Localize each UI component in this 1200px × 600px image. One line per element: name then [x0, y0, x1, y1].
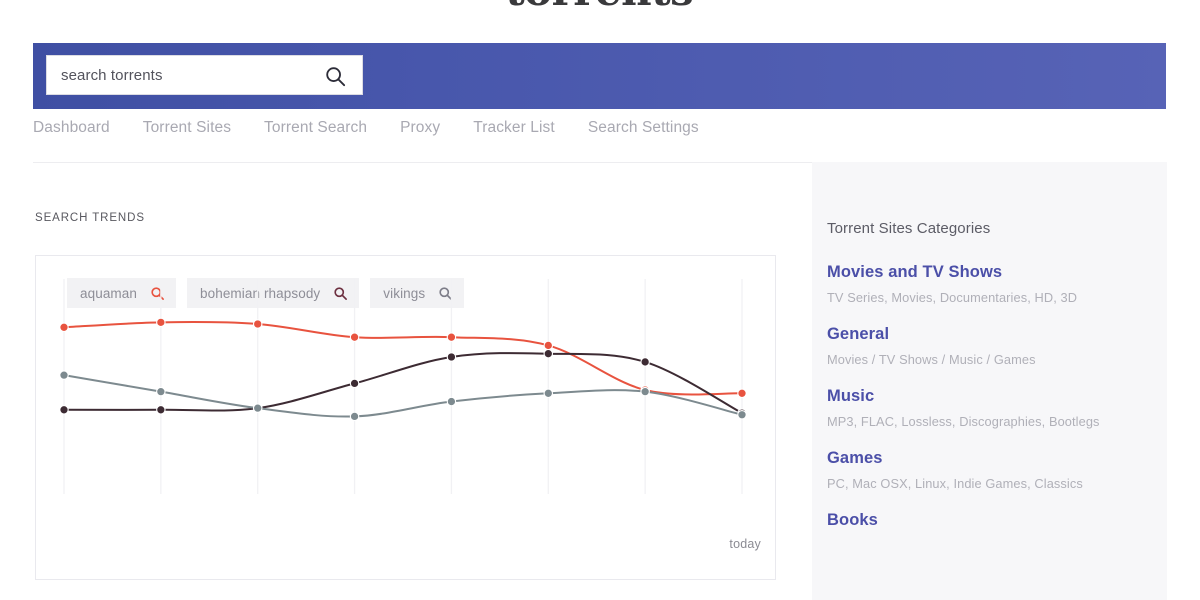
main-nav: Dashboard Torrent Sites Torrent Search P… [33, 120, 1166, 163]
chart-point[interactable] [543, 348, 554, 359]
chart-point[interactable] [156, 386, 166, 397]
category-general: General Movies / TV Shows / Music / Game… [827, 325, 1167, 367]
chart-point[interactable] [737, 388, 747, 399]
nav-item-dashboard[interactable]: Dashboard [33, 120, 110, 136]
torrent-sites-categories-panel: Torrent Sites Categories Movies and TV S… [812, 162, 1167, 600]
chart-point[interactable] [252, 403, 263, 413]
category-title[interactable]: Games [827, 449, 1167, 468]
category-description: TV Series, Movies, Documentaries, HD, 3D [827, 290, 1078, 305]
section-title-search-trends: SEARCH TRENDS [35, 212, 145, 224]
chart-point[interactable] [446, 332, 457, 342]
chart-point[interactable] [543, 388, 554, 399]
chart-point[interactable] [446, 396, 457, 407]
chart-today-label: today [729, 537, 761, 551]
category-movies-and-tv-shows: Movies and TV Shows TV Series, Movies, D… [827, 263, 1167, 305]
content-area: SEARCH TRENDS aquaman bohemian rhapsody … [0, 162, 1200, 600]
chart-point[interactable] [446, 352, 457, 362]
chart-point[interactable] [349, 411, 360, 422]
nav-item-search-settings[interactable]: Search Settings [588, 120, 699, 136]
category-title[interactable]: Music [827, 387, 1167, 406]
chart-point[interactable] [640, 386, 650, 397]
category-description: Movies / TV Shows / Music / Games [827, 352, 1036, 367]
chart-point[interactable] [349, 332, 360, 342]
sidebar-heading: Torrent Sites Categories [827, 220, 991, 237]
search-bar [33, 43, 1166, 109]
category-games: Games PC, Mac OSX, Linux, Indie Games, C… [827, 449, 1167, 491]
category-description: MP3, FLAC, Lossless, Discographies, Boot… [827, 414, 1100, 429]
category-books: Books [827, 511, 1167, 530]
chart-point[interactable] [543, 340, 554, 351]
chart-point[interactable] [59, 405, 69, 415]
search-icon[interactable] [324, 65, 346, 87]
logo-lead-glyph: ˙ [492, 0, 507, 1]
logo-tail-glyph: ˙ [693, 0, 708, 1]
nav-item-torrent-sites[interactable]: Torrent Sites [143, 120, 231, 136]
nav-item-tracker-list[interactable]: Tracker List [473, 120, 555, 136]
category-music: Music MP3, FLAC, Lossless, Discographies… [827, 387, 1167, 429]
search-box[interactable] [46, 55, 363, 95]
chart-point[interactable] [59, 370, 69, 380]
search-trends-panel: SEARCH TRENDS aquaman bohemian rhapsody … [33, 162, 793, 580]
chart-point[interactable] [156, 317, 166, 328]
chart-line-bohemian-rhapsody [63, 352, 743, 415]
chart-point[interactable] [640, 357, 650, 367]
logo-wordmark: torrents [505, 0, 693, 15]
logo-text: ˙torrents˙ [492, 0, 708, 15]
nav-item-proxy[interactable]: Proxy [400, 120, 440, 136]
chart-point[interactable] [156, 405, 166, 415]
category-description: PC, Mac OSX, Linux, Indie Games, Classic… [827, 476, 1083, 491]
category-title[interactable]: General [827, 325, 1167, 344]
search-input[interactable] [59, 61, 313, 89]
chart-point[interactable] [349, 378, 360, 389]
chart-point[interactable] [737, 410, 747, 420]
nav-item-torrent-search[interactable]: Torrent Search [264, 120, 367, 136]
chart-point[interactable] [59, 322, 69, 333]
category-title[interactable]: Books [827, 511, 1167, 530]
chart-line-aquaman [63, 320, 743, 396]
trends-line-chart [59, 279, 747, 494]
site-logo: ˙torrents˙ [0, 0, 1200, 15]
page-root: ˙torrents˙ Dashboard Torrent Sites Torre… [0, 0, 1200, 600]
chart-point[interactable] [252, 319, 263, 329]
category-title[interactable]: Movies and TV Shows [827, 263, 1167, 282]
trends-chart-card: aquaman bohemian rhapsody vikings today [35, 255, 776, 580]
